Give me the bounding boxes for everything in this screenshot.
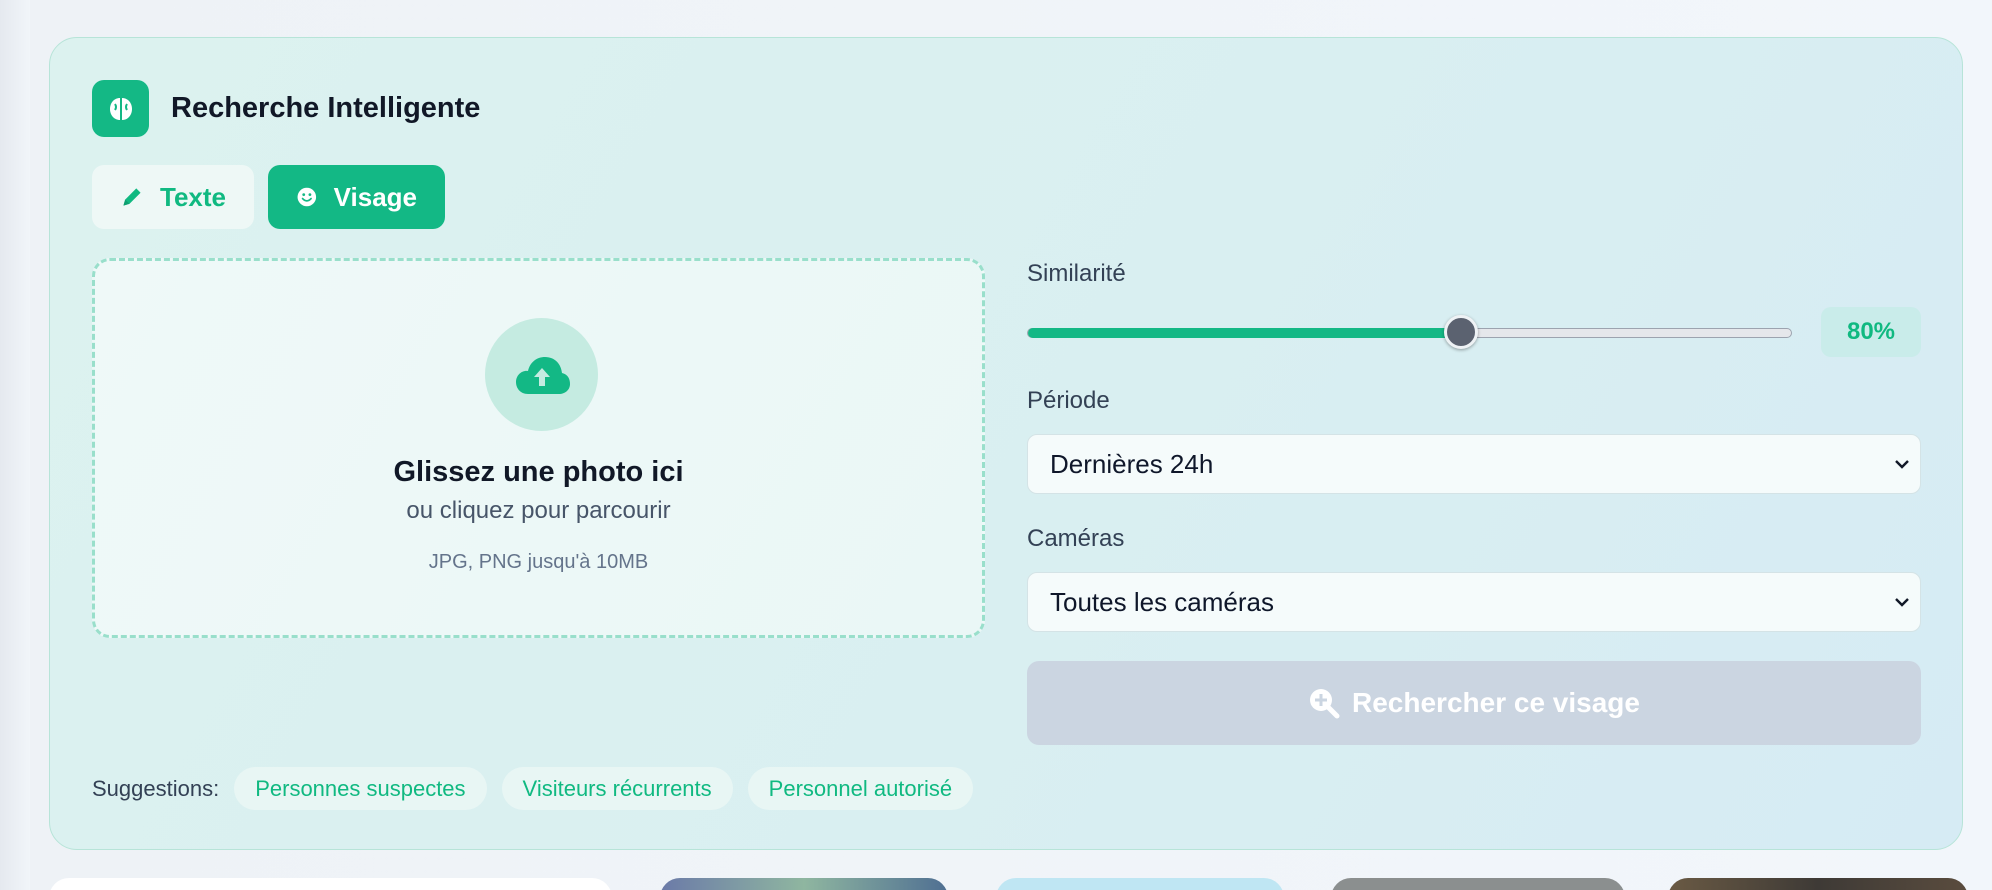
smart-search-panel: Recherche Intelligente Texte Visage Glis… [49, 37, 1963, 850]
similarity-slider-fill [1028, 328, 1461, 338]
cameras-label: Caméras [1027, 525, 1125, 552]
result-card-thumbnail[interactable] [1331, 878, 1625, 890]
period-select[interactable]: Dernières 24h [1027, 434, 1921, 494]
chevron-down-icon [1895, 598, 1909, 607]
result-card[interactable] [49, 878, 612, 890]
search-face-button[interactable]: Rechercher ce visage [1027, 661, 1921, 745]
tab-texte-label: Texte [160, 181, 226, 212]
dropzone-hint: JPG, PNG jusqu'à 10MB [428, 551, 649, 573]
dropzone-subtitle: ou cliquez pour parcourir [406, 497, 671, 524]
suggestion-chip[interactable]: Personnel autorisé [747, 767, 974, 810]
tab-visage-label: Visage [333, 181, 417, 212]
tab-texte[interactable]: Texte [92, 165, 254, 229]
panel-title: Recherche Intelligente [171, 92, 481, 124]
similarity-label: Similarité [1027, 260, 1126, 287]
cloud-upload-icon [485, 318, 598, 431]
suggestion-chip[interactable]: Visiteurs récurrents [501, 767, 733, 810]
brain-icon [92, 80, 149, 137]
cameras-select[interactable]: Toutes les caméras [1027, 572, 1921, 632]
photo-dropzone[interactable]: Glissez une photo ici ou cliquez pour pa… [92, 258, 985, 638]
search-plus-icon [1310, 689, 1340, 719]
chevron-down-icon [1895, 460, 1909, 469]
search-face-button-label: Rechercher ce visage [1352, 687, 1640, 718]
suggestion-chip[interactable]: Personnes suspectes [234, 767, 487, 810]
cameras-select-value: Toutes les caméras [1050, 586, 1274, 617]
panel-header: Recherche Intelligente [92, 80, 480, 137]
period-label: Période [1027, 387, 1110, 414]
smile-icon [297, 187, 317, 207]
period-select-value: Dernières 24h [1050, 448, 1214, 479]
suggestions-label: Suggestions: [92, 775, 220, 801]
search-mode-tabs: Texte Visage [92, 165, 445, 229]
suggestions-bar: Suggestions: Personnes suspectes Visiteu… [92, 767, 988, 810]
similarity-value: 80% [1821, 307, 1921, 357]
pencil-icon [123, 188, 141, 206]
result-card-thumbnail[interactable] [1668, 878, 1968, 890]
result-card-thumbnail[interactable] [996, 878, 1284, 890]
similarity-slider[interactable] [1027, 315, 1792, 349]
page-edge [0, 0, 30, 890]
similarity-slider-thumb[interactable] [1443, 315, 1478, 349]
dropzone-title: Glissez une photo ici [393, 456, 684, 488]
tab-visage[interactable]: Visage [268, 165, 445, 229]
result-card-thumbnail[interactable] [660, 878, 948, 890]
